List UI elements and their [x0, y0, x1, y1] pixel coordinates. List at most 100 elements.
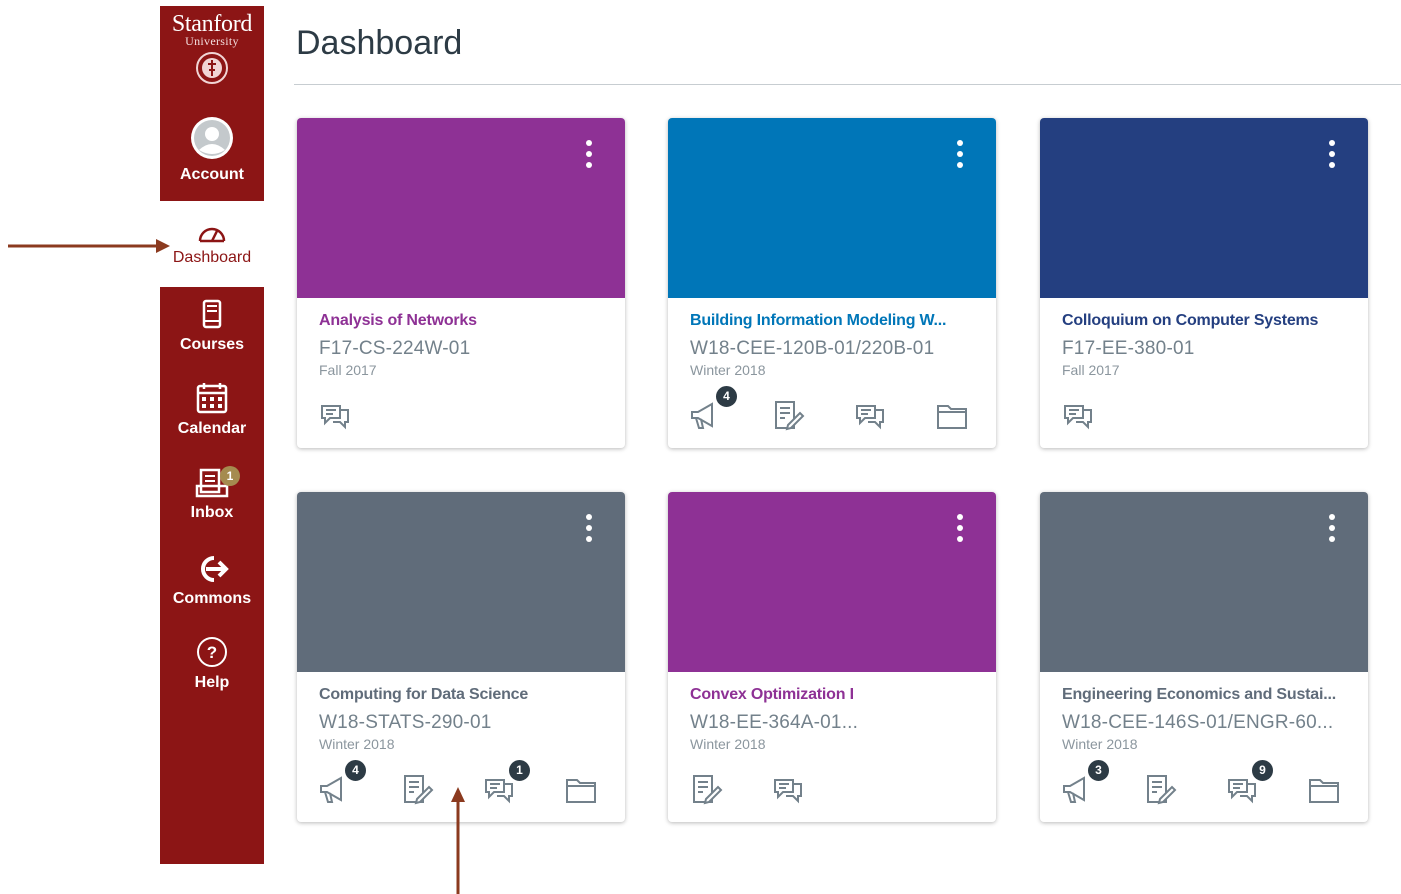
card-options-kebab-icon[interactable] — [950, 514, 970, 548]
card-action-icons: 39 — [1060, 758, 1358, 808]
course-term: Winter 2018 — [690, 736, 766, 752]
assignments-icon — [1147, 775, 1177, 805]
calendar-icon — [196, 383, 228, 414]
course-title[interactable]: Building Information Modeling W... — [690, 312, 974, 330]
card-discussions-icon[interactable]: 9 — [1224, 758, 1275, 806]
card-announcements-icon[interactable]: 4 — [688, 384, 739, 432]
course-title[interactable]: Convex Optimization I — [690, 686, 974, 704]
dashboard-icon — [198, 227, 226, 243]
card-action-icons — [1060, 398, 1358, 434]
nav-account-label: Account — [180, 166, 244, 183]
card-color-header[interactable] — [297, 492, 625, 672]
card-assignments-icon[interactable] — [688, 772, 724, 806]
card-action-icons: 4 — [688, 384, 986, 434]
unread-count-badge: 4 — [714, 384, 739, 409]
card-body: Computing for Data Science W18-STATS-290-… — [319, 686, 603, 752]
course-card[interactable]: Analysis of Networks F17-CS-224W-01 Fall 2… — [297, 118, 625, 448]
nav-inbox-label: Inbox — [190, 504, 234, 521]
card-body: Building Information Modeling W... W18-CE… — [690, 312, 974, 378]
course-card[interactable]: Building Information Modeling W... W18-CE… — [668, 118, 996, 448]
unread-count-badge: 9 — [1250, 758, 1275, 783]
nav-dashboard-label: Dashboard — [172, 249, 252, 266]
card-options-kebab-icon[interactable] — [950, 140, 970, 174]
course-code: W18-CEE-146S-01/ENGR-60... — [1062, 712, 1334, 733]
card-action-icons — [317, 398, 615, 434]
assignments-icon — [693, 775, 723, 805]
card-announcements-icon[interactable]: 3 — [1060, 758, 1111, 806]
discussions-icon — [856, 405, 884, 430]
avatar-icon — [191, 117, 233, 159]
card-assignments-icon[interactable] — [399, 772, 435, 806]
course-term: Fall 2017 — [319, 362, 377, 378]
course-title[interactable]: Engineering Economics and Sustai... — [1062, 686, 1346, 704]
course-code: W18-STATS-290-01 — [319, 712, 492, 733]
card-discussions-icon[interactable] — [1060, 398, 1096, 432]
global-navigation: Stanford University Account Dashboard Co… — [160, 6, 264, 864]
card-body: Colloquium on Computer Systems F17-EE-380… — [1062, 312, 1346, 378]
unread-count-badge: 4 — [343, 758, 368, 783]
card-options-kebab-icon[interactable] — [1322, 140, 1342, 174]
discussions-icon — [1064, 405, 1092, 430]
course-code: F17-CS-224W-01 — [319, 338, 471, 359]
card-body: Engineering Economics and Sustai... W18-C… — [1062, 686, 1346, 752]
course-title[interactable]: Colloquium on Computer Systems — [1062, 312, 1346, 330]
courses-icon — [202, 299, 222, 329]
files-icon — [566, 779, 596, 803]
course-code: F17-EE-380-01 — [1062, 338, 1195, 359]
svg-text:?: ? — [207, 643, 217, 662]
card-files-icon[interactable] — [1306, 772, 1342, 806]
course-term: Fall 2017 — [1062, 362, 1120, 378]
card-body: Analysis of Networks F17-CS-224W-01 Fall 2… — [319, 312, 603, 378]
course-title[interactable]: Analysis of Networks — [319, 312, 603, 330]
help-icon: ? — [197, 637, 227, 667]
header-divider — [294, 84, 1401, 85]
card-color-header[interactable] — [668, 492, 996, 672]
card-assignments-icon[interactable] — [770, 398, 806, 432]
nav-calendar-label: Calendar — [177, 420, 247, 437]
card-options-kebab-icon[interactable] — [579, 140, 599, 174]
assignments-icon — [775, 401, 805, 431]
nav-inbox[interactable]: 1 Inbox — [160, 466, 264, 522]
course-card[interactable]: Colloquium on Computer Systems F17-EE-380… — [1040, 118, 1368, 448]
nav-calendar[interactable]: Calendar — [160, 382, 264, 438]
course-card[interactable]: Engineering Economics and Sustai... W18-C… — [1040, 492, 1368, 822]
discussions-icon — [774, 779, 802, 804]
card-announcements-icon[interactable]: 4 — [317, 758, 368, 806]
card-color-header[interactable] — [668, 118, 996, 298]
nav-commons[interactable]: Commons — [160, 552, 264, 608]
page-title: Dashboard — [296, 24, 463, 62]
course-card[interactable]: Convex Optimization I W18-EE-364A-01... Wi… — [668, 492, 996, 822]
commons-icon — [201, 556, 229, 582]
course-card[interactable]: Computing for Data Science W18-STATS-290-… — [297, 492, 625, 822]
course-term: Winter 2018 — [319, 736, 395, 752]
annotation-arrow-right — [8, 239, 170, 253]
inbox-unread-badge: 1 — [220, 466, 240, 486]
card-discussions-icon[interactable] — [317, 398, 353, 432]
unread-count-badge: 3 — [1086, 758, 1111, 783]
nav-commons-label: Commons — [172, 590, 252, 607]
nav-help-label: Help — [194, 674, 230, 691]
card-assignments-icon[interactable] — [1142, 772, 1178, 806]
stanford-logo[interactable]: Stanford University — [160, 6, 264, 102]
card-files-icon[interactable] — [563, 772, 599, 806]
nav-account[interactable]: Account — [160, 110, 264, 184]
card-options-kebab-icon[interactable] — [1322, 514, 1342, 548]
card-color-header[interactable] — [1040, 118, 1368, 298]
unread-count-badge: 1 — [507, 758, 532, 783]
nav-courses[interactable]: Courses — [160, 298, 264, 354]
course-term: Winter 2018 — [1062, 736, 1138, 752]
card-files-icon[interactable] — [934, 398, 970, 432]
course-code: W18-CEE-120B-01/220B-01 — [690, 338, 935, 359]
course-title[interactable]: Computing for Data Science — [319, 686, 603, 704]
card-discussions-icon[interactable] — [852, 398, 888, 432]
nav-help[interactable]: ? Help — [160, 636, 264, 692]
card-color-header[interactable] — [1040, 492, 1368, 672]
course-code: W18-EE-364A-01... — [690, 712, 859, 733]
card-color-header[interactable] — [297, 118, 625, 298]
card-body: Convex Optimization I W18-EE-364A-01... Wi… — [690, 686, 974, 752]
nav-dashboard[interactable]: Dashboard — [160, 201, 264, 287]
card-discussions-icon[interactable] — [770, 772, 806, 806]
nav-courses-label: Courses — [179, 336, 245, 353]
card-discussions-icon[interactable]: 1 — [481, 758, 532, 806]
card-options-kebab-icon[interactable] — [579, 514, 599, 548]
